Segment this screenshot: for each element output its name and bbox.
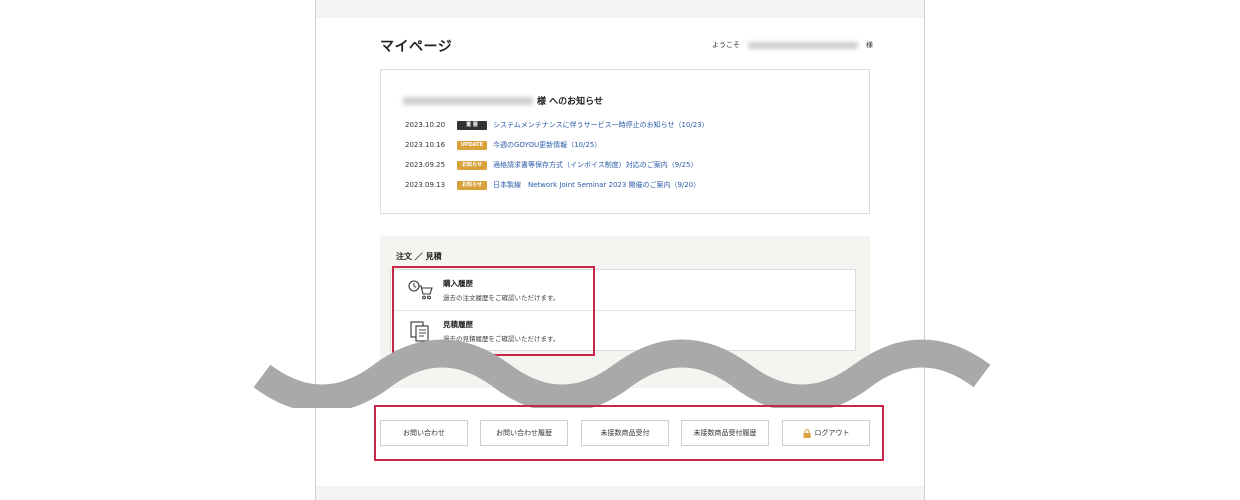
wavy-cut-divider [253, 339, 991, 408]
bottom-strip [316, 486, 924, 500]
news-date: 2023.10.16 [405, 141, 446, 149]
blurred-company-name [403, 96, 533, 105]
welcome-message: ようこそ 様 [712, 40, 873, 50]
notice-heading: 様 へのお知らせ [403, 94, 603, 107]
news-date: 2023.09.25 [405, 161, 446, 169]
news-link[interactable]: システムメンテナンスに伴うサービス一時停止のお知らせ（10/23） [493, 120, 709, 130]
news-badge-update: UPDATE [457, 140, 487, 150]
news-item[interactable]: 2023.10.20 重 要 システムメンテナンスに伴うサービス一時停止のお知ら… [405, 118, 865, 132]
top-strip [316, 0, 924, 18]
welcome-prefix: ようこそ [712, 41, 740, 49]
welcome-suffix: 様 [866, 41, 873, 49]
notice-heading-text: 様 へのお知らせ [537, 97, 603, 107]
news-badge-important: 重 要 [457, 120, 487, 130]
news-item[interactable]: 2023.09.25 お知らせ 適格請求書等保存方式（インボイス制度）対応のご案… [405, 158, 865, 172]
notice-box: 様 へのお知らせ 2023.10.20 重 要 システムメンテナンスに伴うサービ… [380, 69, 870, 214]
news-link[interactable]: 日本製線 Network Joint Seminar 2023 開催のご案内（9… [493, 180, 700, 190]
page-title: マイページ [380, 39, 453, 55]
highlight-box-footer-buttons [374, 405, 884, 461]
news-item[interactable]: 2023.10.16 UPDATE 今週のGOYOU更新情報（10/25） [405, 138, 865, 152]
news-date: 2023.10.20 [405, 121, 446, 129]
news-date: 2023.09.13 [405, 181, 446, 189]
news-link[interactable]: 今週のGOYOU更新情報（10/25） [493, 140, 601, 150]
blurred-company-name [748, 41, 858, 49]
order-section-title: 注文 ／ 見積 [396, 252, 442, 261]
news-badge-info: お知らせ [457, 160, 487, 170]
news-badge-info: お知らせ [457, 180, 487, 190]
news-item[interactable]: 2023.09.13 お知らせ 日本製線 Network Joint Semin… [405, 178, 865, 192]
news-link[interactable]: 適格請求書等保存方式（インボイス制度）対応のご案内（9/25） [493, 160, 698, 170]
